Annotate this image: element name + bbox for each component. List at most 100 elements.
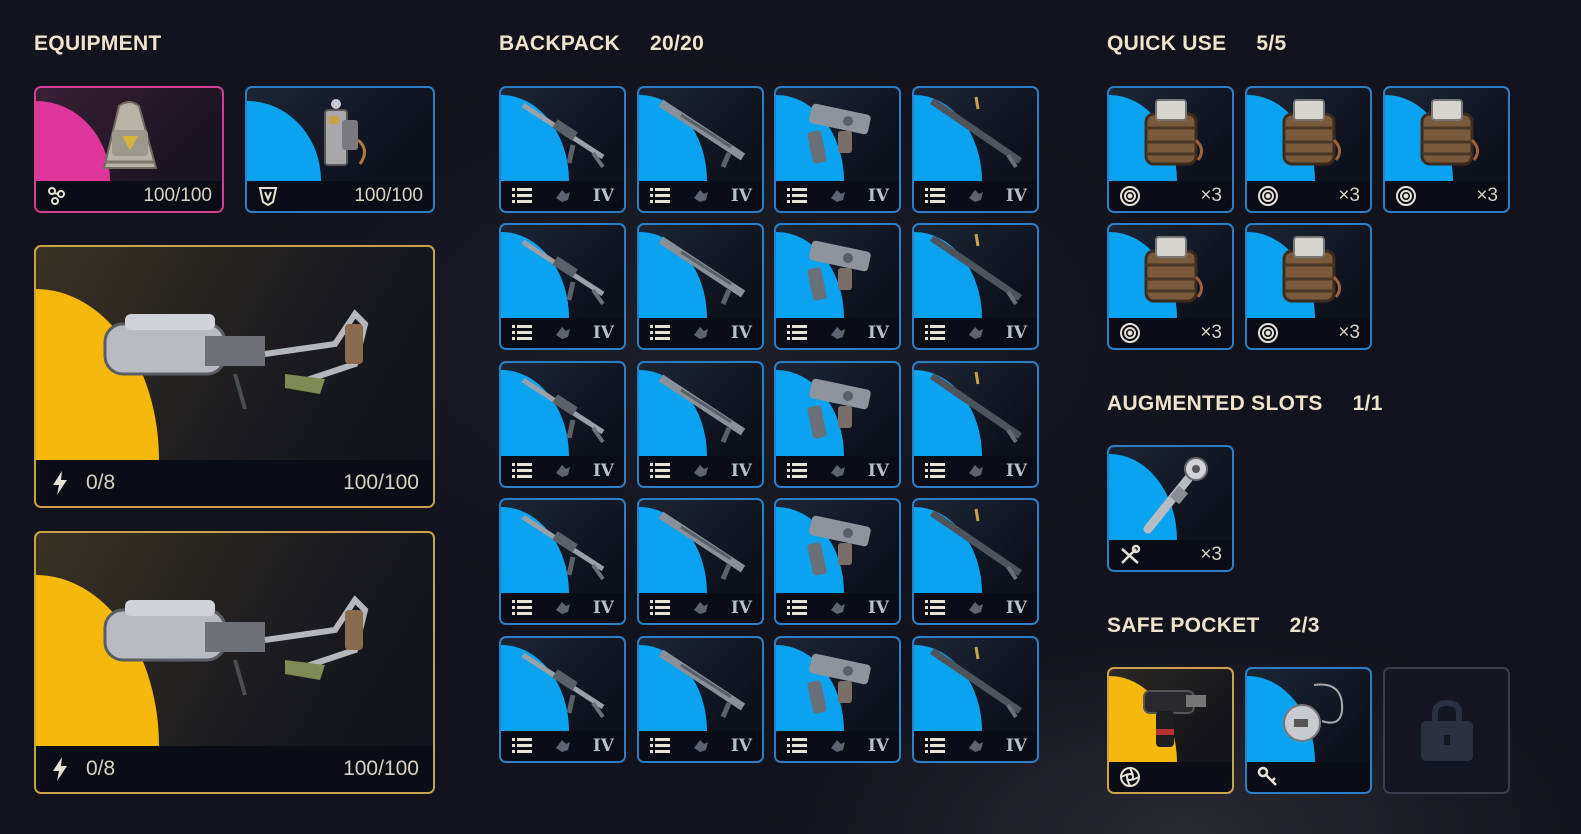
augmented-slots-title: AUGMENTED SLOTS 1/1 <box>1107 392 1383 415</box>
stats-list-icon <box>649 323 671 343</box>
sniper-weapon-image <box>914 500 1037 593</box>
backpack-item-5[interactable]: IV <box>499 223 626 350</box>
keycard-image <box>1247 669 1370 762</box>
augment-icon <box>46 185 68 207</box>
tier-label: IV <box>730 736 752 756</box>
backpack-item-9[interactable]: IV <box>499 361 626 488</box>
backpack-item-18[interactable]: IV <box>637 636 764 763</box>
backpack-item-12[interactable]: IV <box>912 361 1039 488</box>
pistol-weapon-image <box>776 225 899 318</box>
augment-value: 100/100 <box>143 185 212 206</box>
stats-list-icon <box>786 736 808 756</box>
quick-use-qty: ×3 <box>1200 185 1222 206</box>
aperture-icon <box>1119 766 1141 788</box>
stats-list-icon <box>511 186 533 206</box>
weapon-slot-2[interactable]: 0/8 100/100 <box>34 531 435 794</box>
augment-slot[interactable]: 100/100 <box>34 86 224 213</box>
mod-icon <box>965 323 987 343</box>
stats-list-icon <box>924 598 946 618</box>
mod-icon <box>690 736 712 756</box>
target-icon <box>1257 185 1279 207</box>
backpack-item-17[interactable]: IV <box>499 636 626 763</box>
backpack-item-13[interactable]: IV <box>499 498 626 625</box>
target-icon <box>1257 322 1279 344</box>
backpack-item-2[interactable]: IV <box>637 86 764 213</box>
mod-icon <box>552 598 574 618</box>
backpack-item-1[interactable]: IV <box>499 86 626 213</box>
shield-slot[interactable]: 100/100 <box>245 86 435 213</box>
tier-label: IV <box>592 186 614 206</box>
key-icon <box>1257 766 1279 788</box>
grenade-image <box>1247 88 1370 181</box>
quick-use-item-5[interactable]: ×3 <box>1245 223 1372 350</box>
tier-label: IV <box>1005 323 1027 343</box>
grenade-image <box>1109 88 1232 181</box>
weapon-2-ammo: 0/8 <box>86 757 116 780</box>
stats-list-icon <box>786 598 808 618</box>
target-icon <box>1395 185 1417 207</box>
backpack-item-7[interactable]: IV <box>774 223 901 350</box>
backpack-item-4[interactable]: IV <box>912 86 1039 213</box>
weapon-1-ammo: 0/8 <box>86 471 116 494</box>
tier-label: IV <box>867 323 889 343</box>
safe-pocket-slot-2[interactable] <box>1245 667 1372 794</box>
tier-label: IV <box>592 461 614 481</box>
tool-image <box>1109 447 1232 540</box>
grenade-image <box>1247 225 1370 318</box>
backpack-item-11[interactable]: IV <box>774 361 901 488</box>
tier-label: IV <box>867 186 889 206</box>
shield-value: 100/100 <box>354 185 423 206</box>
tier-label: IV <box>1005 736 1027 756</box>
mod-icon <box>552 461 574 481</box>
quick-use-count: 5/5 <box>1256 32 1287 55</box>
sniper-weapon-image <box>914 88 1037 181</box>
smg-weapon-image <box>639 500 762 593</box>
drill-image <box>1109 669 1232 762</box>
stats-list-icon <box>924 736 946 756</box>
backpack-item-10[interactable]: IV <box>637 361 764 488</box>
tier-label: IV <box>730 323 752 343</box>
pistol-weapon-image <box>776 500 899 593</box>
stats-list-icon <box>511 598 533 618</box>
pistol-weapon-image <box>776 88 899 181</box>
mod-icon <box>827 323 849 343</box>
stats-list-icon <box>649 186 671 206</box>
quick-use-item-3[interactable]: ×3 <box>1383 86 1510 213</box>
quick-use-item-4[interactable]: ×3 <box>1107 223 1234 350</box>
augment-image <box>36 88 222 181</box>
mod-icon <box>552 736 574 756</box>
rifle-weapon-image <box>501 500 624 593</box>
mod-icon <box>552 186 574 206</box>
mod-icon <box>690 186 712 206</box>
mod-icon <box>965 736 987 756</box>
mod-icon <box>690 323 712 343</box>
backpack-item-16[interactable]: IV <box>912 498 1039 625</box>
weapon-slot-1[interactable]: 0/8 100/100 <box>34 245 435 508</box>
mod-icon <box>827 736 849 756</box>
tier-label: IV <box>592 323 614 343</box>
backpack-item-3[interactable]: IV <box>774 86 901 213</box>
quick-use-item-1[interactable]: ×3 <box>1107 86 1234 213</box>
mod-icon <box>965 598 987 618</box>
rifle-weapon-image <box>501 88 624 181</box>
backpack-item-15[interactable]: IV <box>774 498 901 625</box>
safe-pocket-count: 2/3 <box>1289 614 1320 637</box>
backpack-item-6[interactable]: IV <box>637 223 764 350</box>
pistol-weapon-image <box>776 363 899 456</box>
stats-list-icon <box>649 598 671 618</box>
tier-label: IV <box>1005 461 1027 481</box>
rifle-weapon-image <box>501 363 624 456</box>
shield-image <box>247 88 433 181</box>
backpack-item-20[interactable]: IV <box>912 636 1039 763</box>
backpack-item-19[interactable]: IV <box>774 636 901 763</box>
rifle-weapon-image <box>501 638 624 731</box>
augmented-qty: ×3 <box>1200 544 1222 565</box>
augmented-slot[interactable]: ×3 <box>1107 445 1234 572</box>
backpack-item-14[interactable]: IV <box>637 498 764 625</box>
tier-label: IV <box>592 736 614 756</box>
quick-use-item-2[interactable]: ×3 <box>1245 86 1372 213</box>
quick-use-qty: ×3 <box>1200 322 1222 343</box>
quick-use-qty: ×3 <box>1338 185 1360 206</box>
backpack-item-8[interactable]: IV <box>912 223 1039 350</box>
safe-pocket-slot-1[interactable] <box>1107 667 1234 794</box>
